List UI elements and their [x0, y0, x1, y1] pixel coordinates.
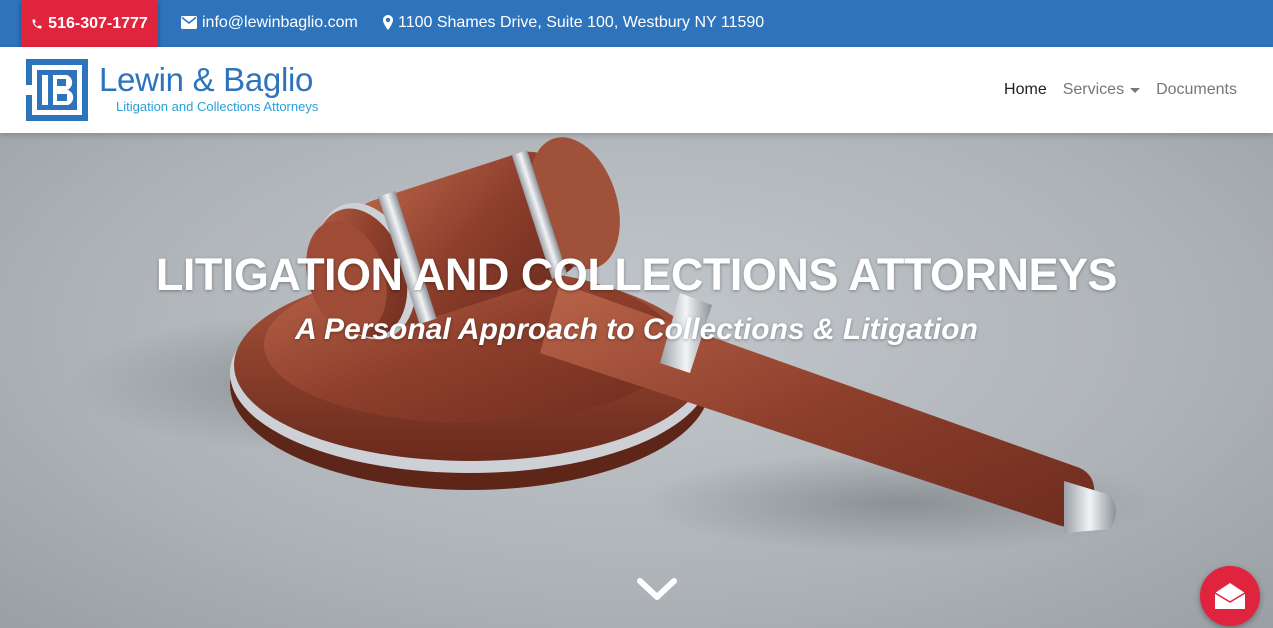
top-contact-bar: 516-307-1777 info@lewinbaglio.com 1100 S…	[0, 0, 1273, 47]
phone-icon	[32, 19, 42, 28]
hero-subtitle: A Personal Approach to Collections & Lit…	[295, 313, 978, 346]
phone-link[interactable]: 516-307-1777	[21, 0, 158, 47]
main-navbar: Lewin & Baglio Litigation and Collection…	[0, 47, 1273, 133]
map-marker-icon	[383, 15, 393, 30]
email-address: info@lewinbaglio.com	[202, 13, 358, 31]
email-link[interactable]: info@lewinbaglio.com	[181, 0, 358, 45]
envelope-open-icon	[1214, 583, 1246, 609]
hero-banner: LITIGATION AND COLLECTIONS ATTORNEYS A P…	[0, 133, 1273, 628]
nav-services-dropdown[interactable]: Services	[1062, 81, 1141, 99]
chevron-down-icon	[637, 578, 677, 600]
brand-logo[interactable]: Lewin & Baglio Litigation and Collection…	[26, 59, 346, 121]
nav-services-label: Services	[1062, 81, 1125, 98]
gavel-background-image	[70, 137, 1160, 553]
nav-home[interactable]: Home	[1004, 81, 1047, 99]
phone-number: 516-307-1777	[48, 14, 148, 32]
main-nav: Home Services Documents	[988, 47, 1237, 133]
nav-documents[interactable]: Documents	[1156, 81, 1237, 99]
logo-mark-icon	[26, 59, 88, 121]
address-text: 1100 Shames Drive, Suite 100, Westbury N…	[398, 13, 765, 31]
hero-title: LITIGATION AND COLLECTIONS ATTORNEYS	[155, 249, 1118, 300]
contact-chat-button[interactable]	[1200, 566, 1260, 626]
brand-name: Lewin & Baglio	[99, 61, 314, 98]
office-address: 1100 Shames Drive, Suite 100, Westbury N…	[383, 0, 764, 45]
envelope-icon	[181, 16, 197, 29]
brand-tagline: Litigation and Collections Attorneys	[116, 99, 319, 114]
scroll-down-button[interactable]	[636, 573, 678, 603]
caret-down-icon	[1130, 87, 1141, 93]
